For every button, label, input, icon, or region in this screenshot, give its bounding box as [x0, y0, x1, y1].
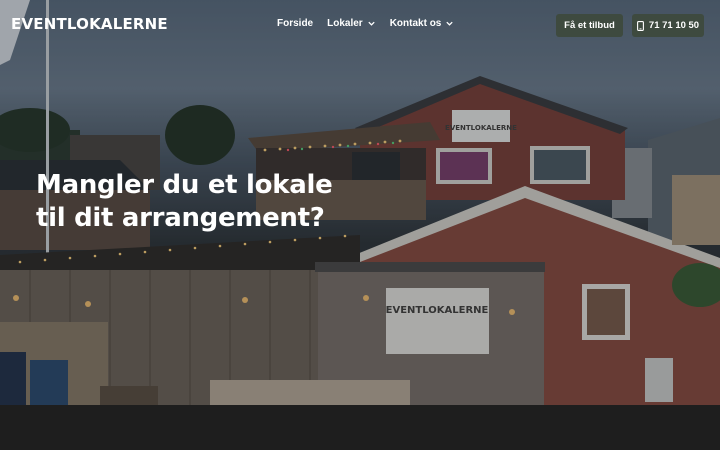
phone-button[interactable]: 71 71 10 50 — [632, 14, 704, 37]
phone-number-label: 71 71 10 50 — [648, 20, 700, 31]
site-logo[interactable]: EVENTLOKALERNE — [11, 15, 168, 33]
get-offer-label: Få et tilbud — [564, 20, 615, 31]
main-navigation: Forside Lokaler Kontakt os — [277, 18, 454, 29]
nav-item-label: Kontakt os — [389, 18, 442, 29]
hero-headline: Mangler du et lokale til dit arrangement… — [36, 169, 333, 235]
hero-section: EVENTLOKALERNE EVENTLOKALERNE Mangler du… — [0, 0, 720, 405]
hero-headline-line2: til dit arrangement? — [36, 203, 325, 233]
section-divider — [0, 405, 720, 450]
nav-item-forside[interactable]: Forside — [277, 18, 313, 29]
chevron-down-icon — [368, 21, 375, 26]
hero-headline-line1: Mangler du et lokale — [36, 170, 333, 200]
site-header: EVENTLOKALERNE Forside Lokaler Kontakt o… — [0, 0, 720, 50]
phone-icon — [636, 20, 644, 31]
get-offer-button[interactable]: Få et tilbud — [556, 14, 623, 37]
nav-item-kontakt[interactable]: Kontakt os — [390, 18, 455, 29]
nav-item-label: Forside — [277, 18, 314, 29]
nav-item-lokaler[interactable]: Lokaler — [327, 18, 376, 29]
chevron-down-icon — [446, 21, 454, 26]
nav-item-label: Lokaler — [327, 18, 363, 29]
